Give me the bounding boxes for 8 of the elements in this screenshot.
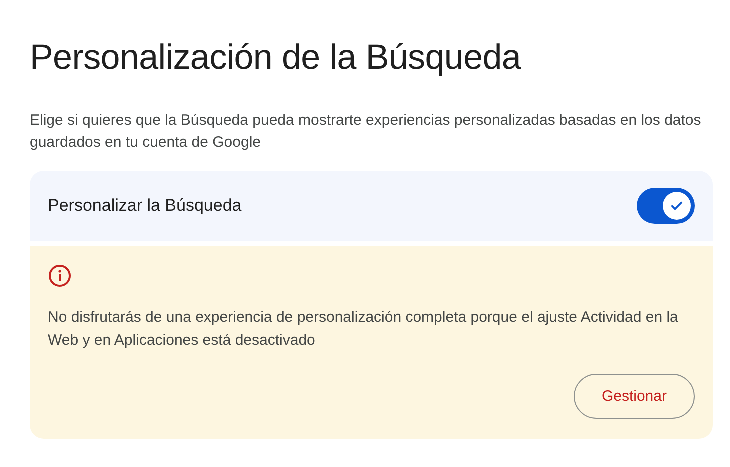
setting-label: Personalizar la Búsqueda xyxy=(48,196,242,216)
page-title: Personalización de la Búsqueda xyxy=(30,38,522,78)
check-icon xyxy=(670,199,684,213)
info-icon xyxy=(48,264,72,288)
manage-button[interactable]: Gestionar xyxy=(574,374,695,419)
warning-message: No disfrutarás de una experiencia de personalización completa porque el ajuste Actividad en la Web y en Aplicaciones está desactivado xyxy=(48,308,680,351)
toggle-switch[interactable] xyxy=(637,188,695,224)
description: Elige si quieres que la Búsqueda pueda mostrarte experiencias personalizadas basadas en los datos guardados en tu cuenta de Google xyxy=(30,111,702,153)
